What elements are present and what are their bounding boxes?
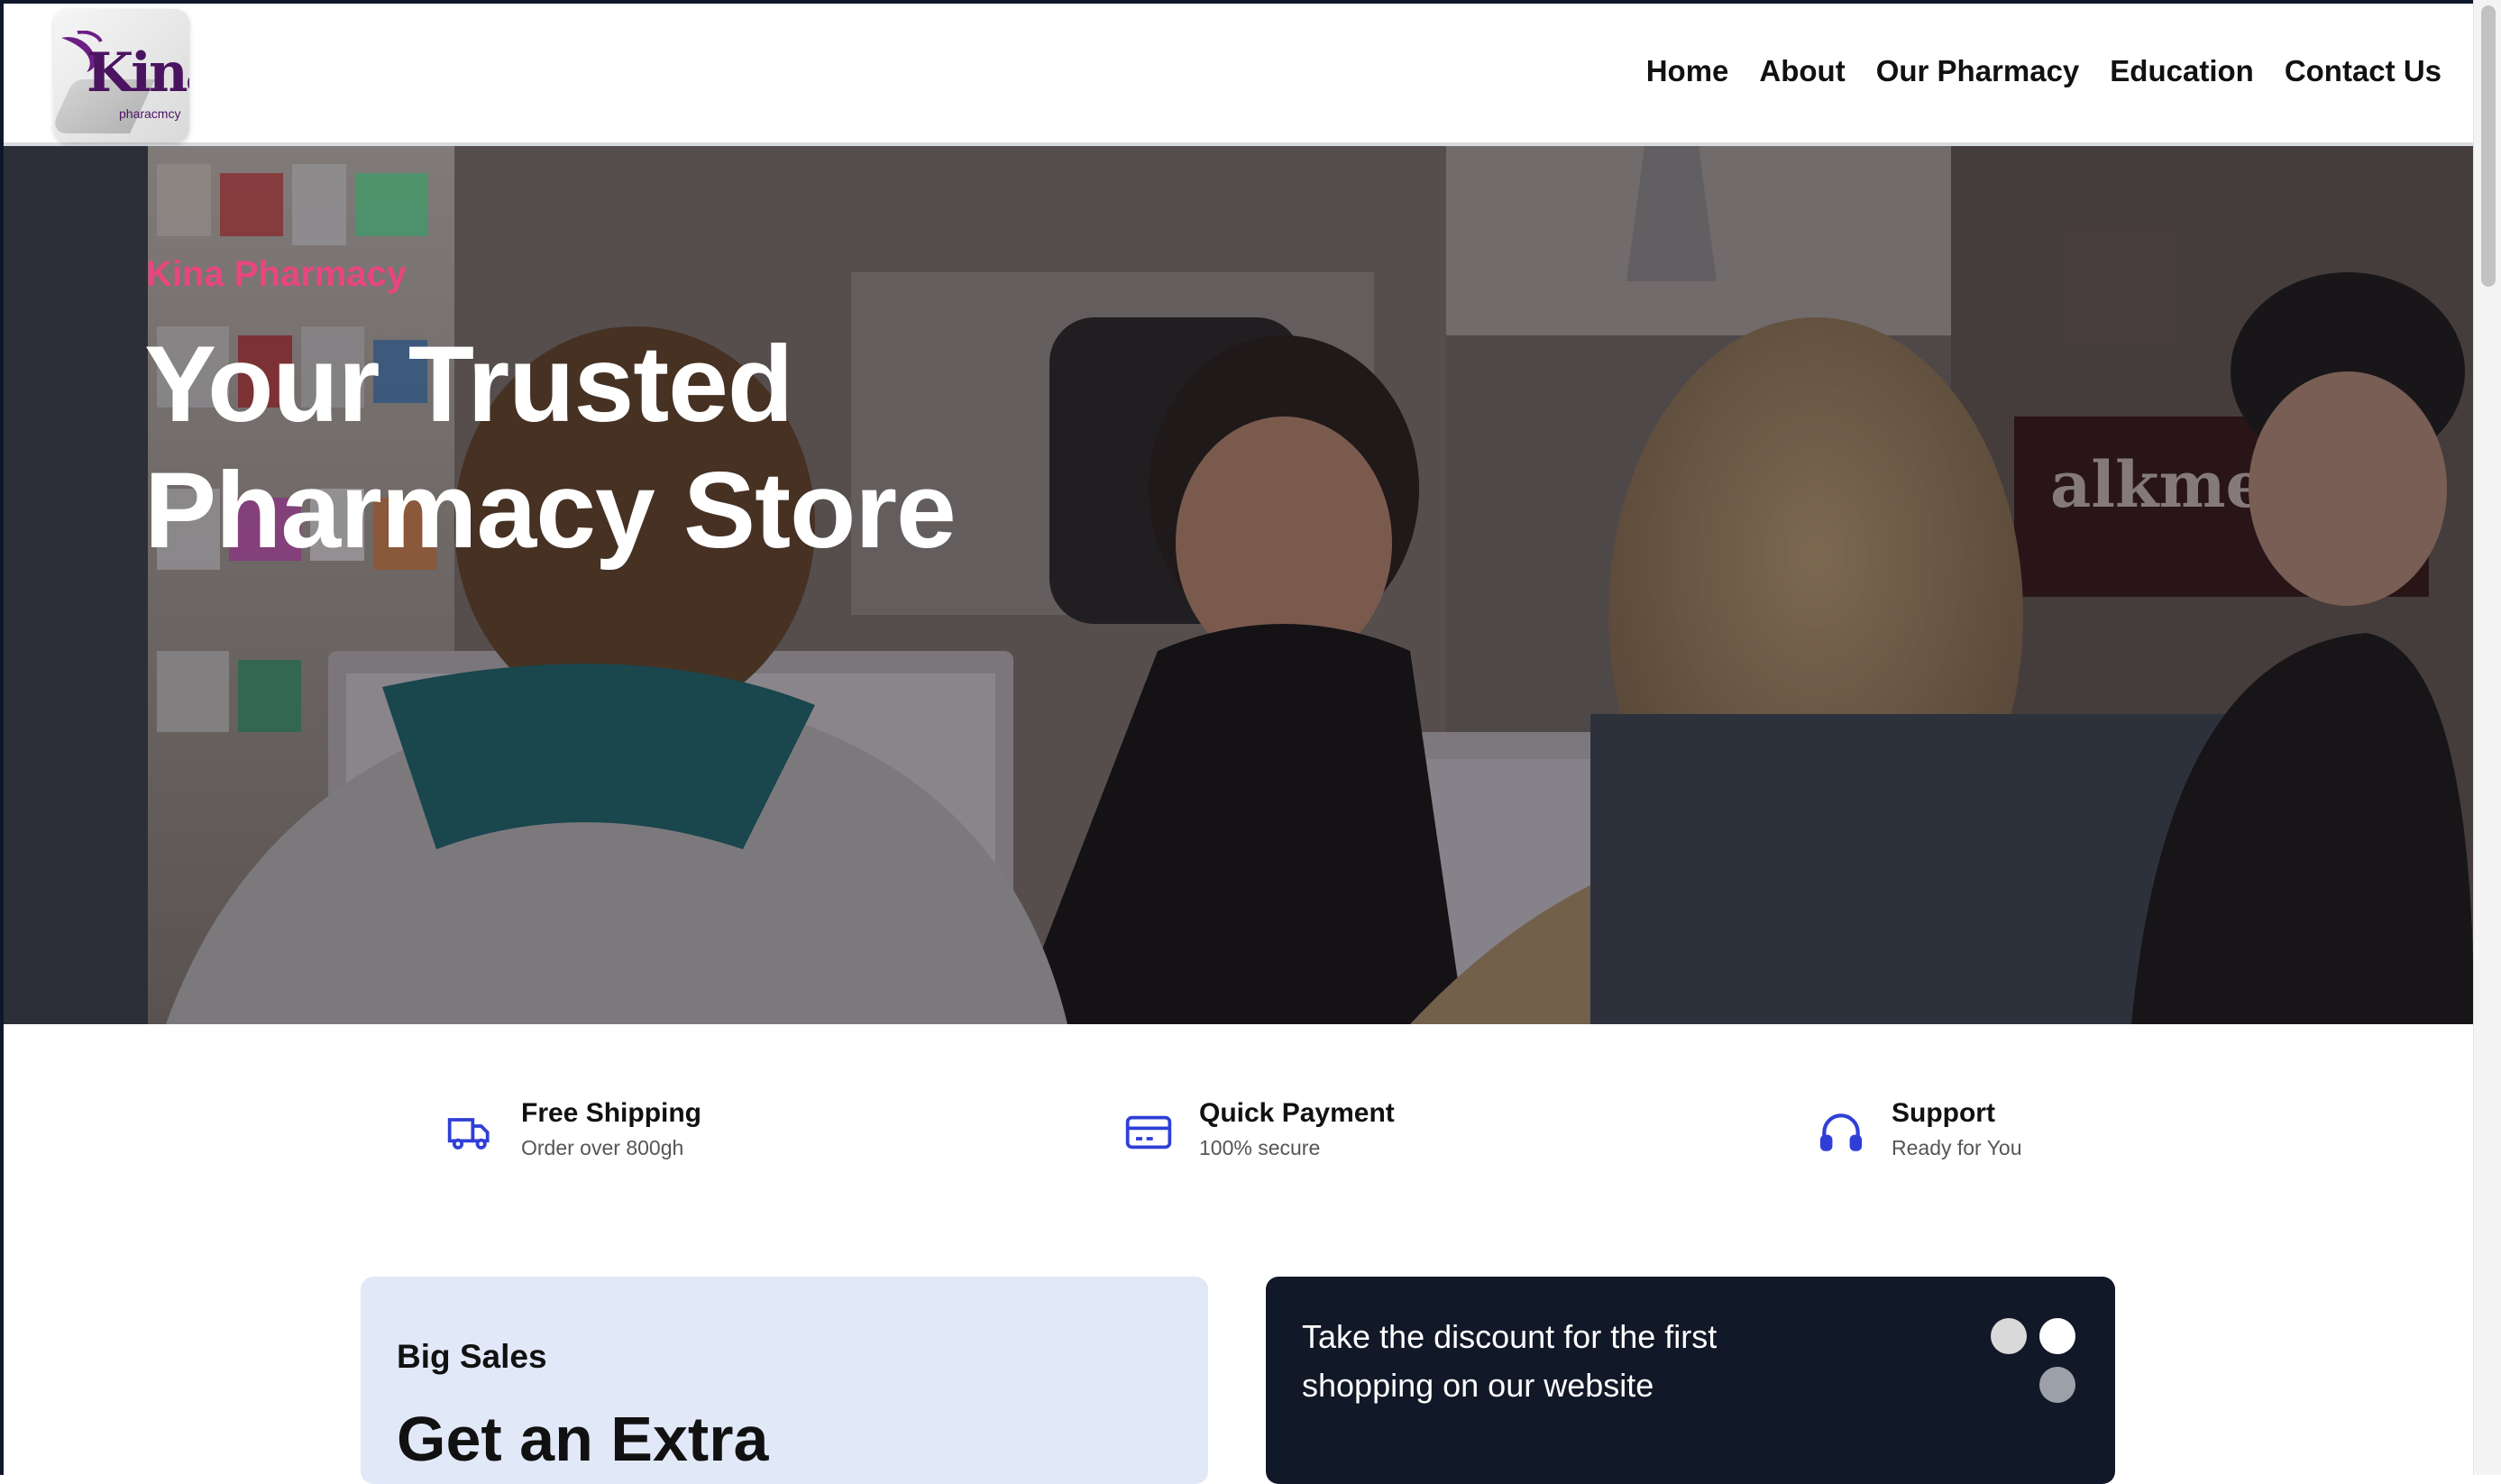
discount-card[interactable]: Take the discount for the first shopping… — [1266, 1277, 2115, 1484]
nav-about[interactable]: About — [1759, 54, 1845, 88]
hero-title-line2: Pharmacy Store — [144, 450, 957, 571]
big-sales-headline: Get an Extra — [397, 1404, 769, 1474]
feature-title: Free Shipping — [521, 1098, 702, 1128]
feature-quick-payment: Quick Payment 100% secure — [1123, 1082, 1395, 1160]
feature-support: Support Ready for You — [1816, 1082, 2022, 1160]
features-strip: Free Shipping Order over 800gh Quick Pay… — [0, 1082, 2474, 1181]
logo-wordmark: Kina — [87, 41, 189, 105]
scrollbar-thumb[interactable] — [2481, 5, 2496, 287]
site-header: Kina pharacmcy Home About Our Pharmacy E… — [4, 4, 2474, 146]
carousel-dot-2[interactable] — [2039, 1318, 2075, 1354]
big-sales-card[interactable]: Big Sales Get an Extra — [361, 1277, 1208, 1484]
feature-subtitle: 100% secure — [1199, 1136, 1321, 1159]
hero-kicker: Kina Pharmacy — [146, 254, 408, 294]
carousel-dot-1[interactable] — [1991, 1318, 2027, 1354]
hero-title: Your Trusted Pharmacy Store — [144, 321, 1136, 573]
nav-home[interactable]: Home — [1646, 54, 1729, 88]
truck-icon — [447, 1118, 490, 1150]
nav-our-pharmacy[interactable]: Our Pharmacy — [1876, 54, 2080, 88]
logo-subtext: pharacmcy — [119, 106, 181, 121]
carousel-dot-3[interactable] — [2039, 1367, 2075, 1403]
discount-text: Take the discount for the first shopping… — [1302, 1318, 1718, 1404]
feature-free-shipping: Free Shipping Order over 800gh — [445, 1082, 701, 1160]
hero-title-line1: Your Trusted — [144, 324, 793, 444]
feature-subtitle: Ready for You — [1892, 1136, 2022, 1159]
feature-subtitle: Order over 800gh — [521, 1136, 684, 1159]
big-sales-tag: Big Sales — [397, 1338, 547, 1375]
headphones-icon — [1819, 1113, 1863, 1151]
window-frame-left — [0, 0, 4, 1475]
page-scrollbar[interactable] — [2473, 0, 2501, 1475]
main-nav: Home About Our Pharmacy Education Contac… — [1646, 54, 2441, 88]
hero-banner: alkmene Kina Pharmacy Your Trusted Pharm… — [4, 146, 2474, 1024]
feature-title: Quick Payment — [1199, 1098, 1395, 1128]
kina-pharmacy-logo[interactable]: Kina pharacmcy — [54, 9, 189, 142]
credit-card-icon — [1125, 1115, 1172, 1150]
feature-title: Support — [1892, 1098, 1995, 1128]
nav-contact-us[interactable]: Contact Us — [2285, 54, 2441, 88]
nav-education[interactable]: Education — [2110, 54, 2254, 88]
